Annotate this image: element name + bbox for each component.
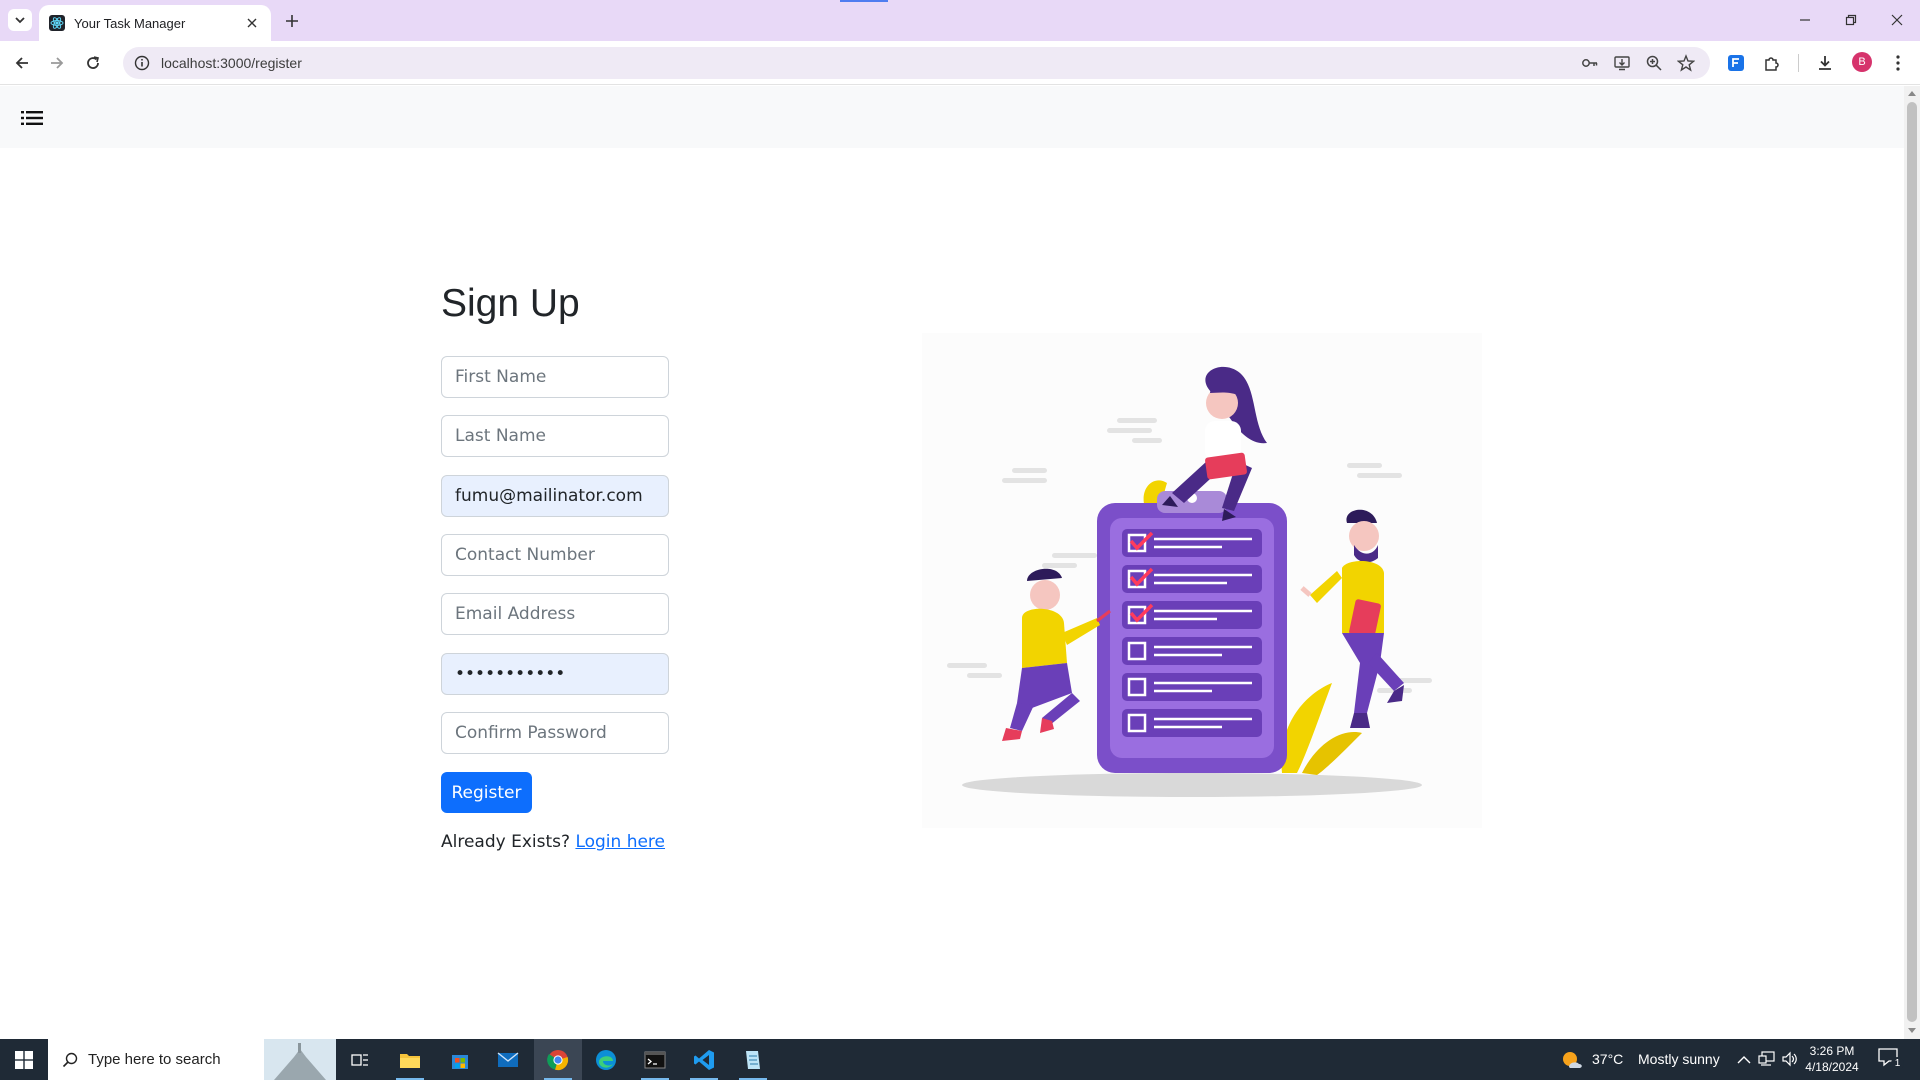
terminal-icon (644, 1051, 666, 1068)
notifications-button[interactable]: 1 (1877, 1047, 1904, 1071)
site-info-icon[interactable] (131, 52, 153, 74)
username-field[interactable] (441, 475, 669, 517)
edge-icon (596, 1049, 616, 1070)
profile-avatar[interactable]: B (1852, 52, 1872, 72)
kebab-menu-icon (1896, 55, 1900, 71)
reload-icon (87, 56, 99, 69)
search-icon (62, 1052, 78, 1067)
new-tab-button[interactable] (281, 10, 303, 32)
last-name-field[interactable] (441, 415, 669, 457)
app-navbar (0, 86, 1904, 148)
windows-taskbar: Type here to search 37°C Mostly sunny 3:… (0, 1039, 1920, 1080)
vscode-button[interactable] (680, 1039, 728, 1080)
address-bar[interactable]: localhost:3000/register (123, 47, 1710, 79)
forward-button[interactable] (44, 50, 70, 76)
restore-button[interactable] (1836, 8, 1866, 32)
search-placeholder: Type here to search (88, 1051, 221, 1068)
browser-tabstrip: Your Task Manager (0, 0, 1920, 41)
weather-temperature[interactable]: 37°C (1592, 1051, 1623, 1067)
mail-icon (497, 1051, 519, 1067)
minimize-button[interactable] (1790, 8, 1820, 32)
ground-shadow (962, 773, 1422, 797)
store-button[interactable] (436, 1039, 484, 1080)
weather-sun-icon[interactable] (1561, 1049, 1583, 1071)
weather-condition[interactable]: Mostly sunny (1638, 1051, 1720, 1067)
react-favicon-icon (49, 15, 65, 31)
edge-button[interactable] (582, 1039, 630, 1080)
vscode-icon (694, 1049, 714, 1070)
close-icon (1891, 14, 1903, 26)
mail-button[interactable] (484, 1039, 532, 1080)
clock-date: 4/18/2024 (1805, 1060, 1859, 1074)
register-page: Sign Up Register Already Exists? Login h… (0, 86, 1904, 1039)
login-prompt: Already Exists? Login here (441, 832, 665, 852)
notification-count-badge: 1 (1891, 1057, 1904, 1070)
download-icon (1819, 56, 1831, 70)
scrollbar-thumb[interactable] (1907, 102, 1917, 1022)
scroll-down-arrow-icon[interactable] (1908, 1026, 1916, 1034)
chrome-icon (547, 1049, 569, 1070)
login-link[interactable]: Login here (575, 832, 665, 852)
network-icon[interactable] (1758, 1051, 1776, 1067)
folder-icon (400, 1053, 420, 1068)
back-button[interactable] (9, 50, 35, 76)
extension-f-icon (1728, 55, 1744, 71)
file-explorer-button[interactable] (386, 1039, 434, 1080)
scroll-up-arrow-icon[interactable] (1908, 90, 1916, 98)
tab-title: Your Task Manager (74, 15, 186, 31)
downloads-button[interactable] (1812, 50, 1838, 76)
page-scrollbar[interactable] (1904, 86, 1920, 1039)
puzzle-icon (1765, 57, 1779, 71)
notepad-icon (746, 1050, 760, 1069)
zoom-icon[interactable] (1643, 52, 1665, 74)
extensions-menu-button[interactable] (1759, 50, 1785, 76)
notepad-button[interactable] (729, 1039, 777, 1080)
plus-icon (286, 15, 298, 27)
bookmark-star-icon[interactable] (1675, 52, 1697, 74)
tab-loading-indicator (840, 0, 888, 2)
arrow-left-icon (15, 57, 28, 69)
taskbar-search-box[interactable]: Type here to search (48, 1039, 336, 1080)
register-button[interactable]: Register (441, 772, 532, 813)
close-tab-icon[interactable] (243, 14, 261, 32)
minimize-icon (1800, 19, 1810, 21)
contact-number-field[interactable] (441, 534, 669, 576)
reload-button[interactable] (80, 50, 106, 76)
system-clock[interactable]: 3:26 PM 4/18/2024 (1792, 1043, 1872, 1075)
active-tab[interactable]: Your Task Manager (39, 5, 271, 41)
arrow-right-icon (51, 57, 64, 69)
chrome-button[interactable] (534, 1039, 582, 1080)
password-key-icon[interactable] (1579, 52, 1601, 74)
task-checklist-illustration (922, 333, 1482, 828)
store-bag-icon (452, 1054, 468, 1069)
extension-button[interactable] (1723, 50, 1749, 76)
browser-toolbar: localhost:3000/register B (0, 41, 1920, 85)
confirm-password-field[interactable] (441, 712, 669, 754)
chevron-down-icon (15, 17, 25, 24)
toolbar-divider (1798, 54, 1799, 72)
email-field[interactable] (441, 593, 669, 635)
start-button[interactable] (0, 1039, 48, 1080)
close-window-button[interactable] (1882, 8, 1912, 32)
page-title: Sign Up (441, 282, 580, 325)
password-field[interactable] (441, 653, 669, 695)
search-highlight-image (264, 1039, 336, 1080)
task-view-icon (351, 1053, 368, 1066)
browser-menu-button[interactable] (1885, 50, 1911, 76)
tab-search-button[interactable] (8, 9, 32, 31)
first-name-field[interactable] (441, 356, 669, 398)
restore-icon (1845, 14, 1857, 26)
list-menu-icon[interactable] (21, 109, 43, 127)
url-text: localhost:3000/register (161, 55, 302, 71)
windows-logo-icon (15, 1050, 33, 1069)
terminal-button[interactable] (631, 1039, 679, 1080)
install-app-icon[interactable] (1611, 52, 1633, 74)
chevron-up-icon[interactable] (1737, 1055, 1751, 1065)
login-prompt-text: Already Exists? (441, 832, 571, 852)
task-view-button[interactable] (336, 1039, 384, 1080)
clock-time: 3:26 PM (1809, 1044, 1855, 1058)
